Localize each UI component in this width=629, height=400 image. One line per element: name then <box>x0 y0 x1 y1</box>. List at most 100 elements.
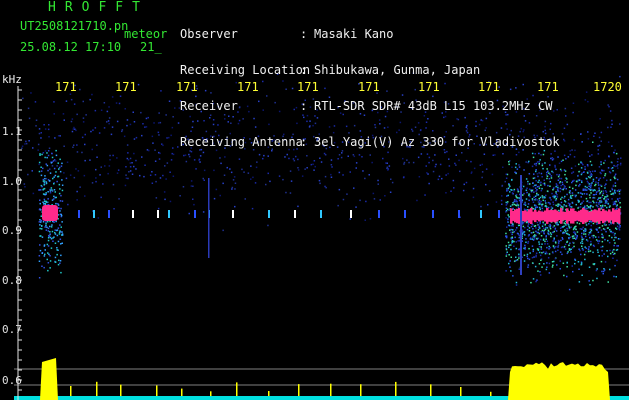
noise-speck <box>597 149 599 151</box>
echo-speck <box>541 225 544 227</box>
echo-speck <box>602 204 604 207</box>
echo-speck <box>49 236 52 239</box>
echo-speck <box>535 197 537 200</box>
echo-speck <box>56 247 58 249</box>
echo-speck <box>606 195 609 197</box>
noise-speck <box>485 168 488 170</box>
echo-speck <box>511 233 513 236</box>
noise-speck <box>155 197 158 199</box>
echo-speck <box>609 268 611 271</box>
echo-speck <box>49 233 51 235</box>
echo-speck <box>602 270 605 273</box>
echo-speck <box>53 195 55 198</box>
echo-speck <box>546 190 549 192</box>
echo-speck <box>569 242 571 244</box>
noise-speck <box>168 100 171 102</box>
noise-speck <box>502 166 504 168</box>
echo-speck <box>616 178 619 181</box>
echo-speck <box>507 218 509 220</box>
noise-speck <box>100 109 103 111</box>
noise-speck <box>387 169 389 171</box>
echo-speck <box>41 225 43 227</box>
echo-speck <box>540 184 542 186</box>
echo-speck <box>45 192 47 194</box>
echo-speck <box>536 161 539 163</box>
noise-speck <box>76 190 78 193</box>
echo-speck <box>604 205 606 207</box>
echo-speck <box>525 221 528 224</box>
noise-speck <box>158 134 160 136</box>
noise-speck <box>116 120 119 123</box>
noise-speck <box>610 126 612 128</box>
echo-speck <box>592 141 594 143</box>
echo-speck <box>544 240 546 243</box>
echo-layer <box>38 138 622 291</box>
noise-speck <box>448 165 451 167</box>
echo-speck <box>570 251 572 253</box>
echo-speck <box>542 238 545 240</box>
noise-speck <box>403 161 406 164</box>
echo-speck <box>597 240 599 242</box>
echo-speck <box>58 192 61 195</box>
echo-speck <box>537 270 539 272</box>
info-value-location: Shibukawa, Gunma, Japan <box>314 63 481 77</box>
noise-speck <box>203 169 206 172</box>
echo-speck <box>42 221 45 223</box>
echo-speck <box>617 189 620 191</box>
echo-speck <box>601 255 603 257</box>
noise-speck <box>389 191 392 193</box>
echo-speck <box>555 191 557 193</box>
noise-speck <box>59 135 61 137</box>
noise-speck <box>427 173 429 175</box>
echo-speck <box>592 180 595 182</box>
echo-speck <box>565 224 567 226</box>
echo-speck <box>569 197 572 199</box>
echo-speck <box>55 171 57 173</box>
echo-speck <box>544 223 547 226</box>
echo-speck <box>60 254 62 257</box>
echo-speck <box>538 187 541 189</box>
noise-speck <box>247 172 250 174</box>
echo-speck <box>582 200 585 202</box>
echo-speck <box>614 232 616 235</box>
noise-speck <box>57 135 60 137</box>
noise-speck <box>565 115 567 117</box>
noise-speck <box>22 97 24 100</box>
echo-speck <box>573 245 575 248</box>
echo-speck <box>57 203 59 205</box>
noise-speck <box>453 187 455 189</box>
echo-speck <box>566 275 568 278</box>
echo-speck <box>590 201 592 204</box>
echo-speck <box>518 257 520 259</box>
noise-speck <box>403 163 405 165</box>
noise-speck <box>135 168 137 170</box>
echo-speck <box>593 201 595 204</box>
echo-speck <box>601 235 603 237</box>
echo-speck <box>596 249 599 251</box>
echo-speck <box>537 229 540 231</box>
noise-speck <box>600 131 603 134</box>
echo-speck <box>49 255 51 257</box>
echo-speck <box>615 152 618 155</box>
noise-speck <box>355 167 357 169</box>
echo-speck <box>588 234 590 236</box>
echo-speck <box>45 223 47 225</box>
echo-speck <box>563 274 565 277</box>
amplitude-spike <box>298 384 300 396</box>
echo-speck <box>58 166 61 169</box>
amplitude-burst-left <box>40 358 58 400</box>
noise-speck <box>53 113 55 115</box>
echo-speck <box>509 229 511 231</box>
echo-speck <box>609 252 612 255</box>
noise-speck <box>234 188 236 190</box>
echo-speck <box>607 227 609 229</box>
echo-speck <box>588 194 591 196</box>
noise-speck <box>129 157 132 160</box>
echo-speck <box>592 279 594 282</box>
echo-speck <box>555 168 557 171</box>
echo-speck <box>609 229 611 231</box>
noise-speck <box>159 152 161 155</box>
echo-speck <box>61 234 64 236</box>
noise-speck <box>73 103 76 105</box>
noise-speck <box>92 129 94 131</box>
